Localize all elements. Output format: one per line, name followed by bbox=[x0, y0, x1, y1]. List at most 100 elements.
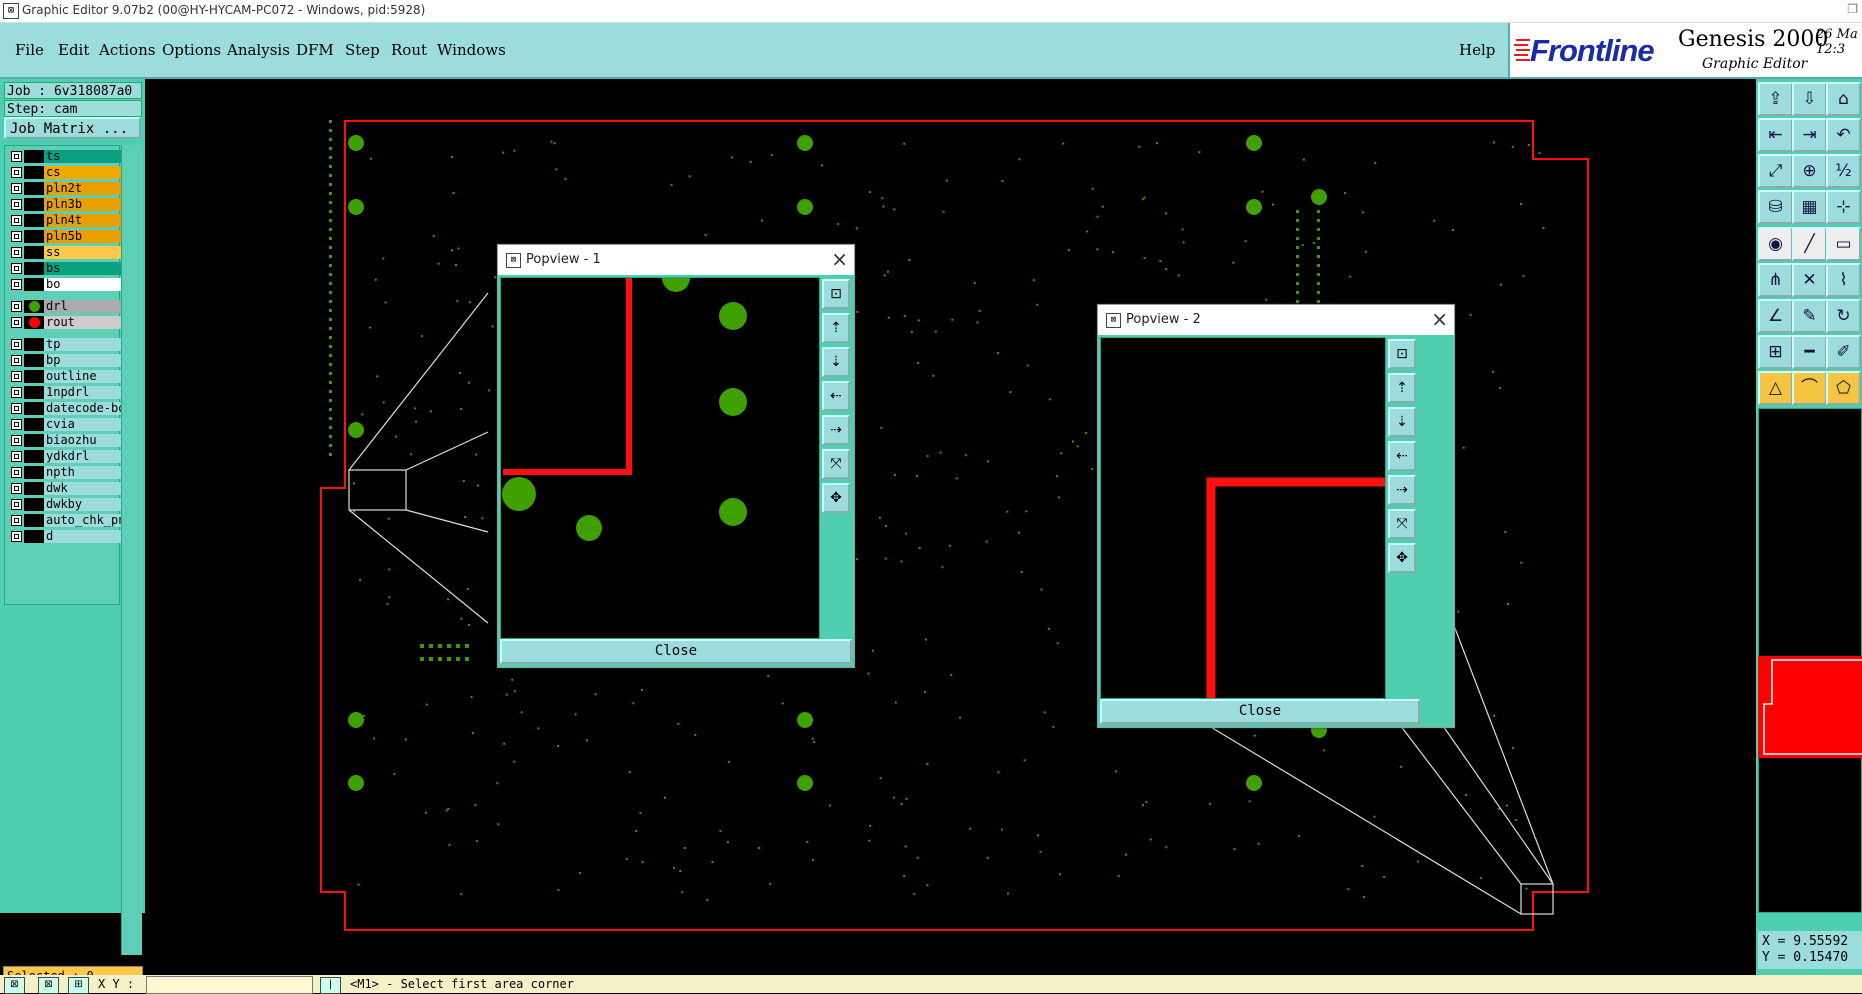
edit-icon[interactable]: ✐ bbox=[1826, 335, 1861, 369]
menu-dfm[interactable]: DFM bbox=[296, 41, 334, 59]
pan-down-icon[interactable]: ⇣ bbox=[1388, 407, 1416, 437]
close-icon[interactable]: × bbox=[1431, 307, 1448, 331]
layer-checkbox[interactable] bbox=[11, 231, 22, 242]
layer-checkbox[interactable] bbox=[11, 435, 22, 446]
save-icon[interactable]: ⇩ bbox=[1792, 82, 1827, 116]
zoom-in-icon[interactable]: ⤧ bbox=[1388, 509, 1416, 539]
popview-2-view[interactable] bbox=[1100, 337, 1386, 699]
layer-scrollbar[interactable] bbox=[121, 145, 142, 955]
zoom-out-icon[interactable]: ✥ bbox=[822, 483, 850, 513]
open-job-icon[interactable]: ⇪ bbox=[1758, 82, 1793, 116]
menu-step[interactable]: Step bbox=[345, 41, 380, 59]
layer-row-bo[interactable]: bo bbox=[7, 278, 122, 291]
minus-icon[interactable]: ━ bbox=[1792, 335, 1827, 369]
menu-file[interactable]: File bbox=[15, 41, 44, 59]
layers-icon[interactable]: ⛁ bbox=[1758, 190, 1793, 224]
menu-analysis[interactable]: Analysis bbox=[227, 41, 290, 59]
layer-checkbox[interactable] bbox=[11, 167, 22, 178]
layer-row-cs[interactable]: cs bbox=[7, 166, 122, 179]
grid-icon[interactable]: ▦ bbox=[1792, 190, 1827, 224]
home-icon[interactable]: ⌂ bbox=[1826, 82, 1861, 116]
layer-row-1npdrl[interactable]: 1npdrl bbox=[7, 386, 122, 399]
pan-right-icon[interactable]: ⇢ bbox=[1388, 475, 1416, 505]
layer-row-pln4t[interactable]: pln4t bbox=[7, 214, 122, 227]
add-pad-icon[interactable]: ⊞ bbox=[1758, 335, 1793, 369]
undo-icon[interactable]: ↶ bbox=[1826, 118, 1861, 152]
layer-checkbox[interactable] bbox=[11, 419, 22, 430]
ratio-icon[interactable]: ½ bbox=[1826, 154, 1861, 188]
pan-left-icon[interactable]: ⇠ bbox=[1388, 441, 1416, 471]
layer-row-pln2t[interactable]: pln2t bbox=[7, 182, 122, 195]
mode-button-3[interactable]: ⊞ bbox=[68, 977, 89, 994]
popview-1-close-button[interactable]: Close bbox=[500, 639, 852, 664]
layer-checkbox[interactable] bbox=[11, 151, 22, 162]
polygon-icon[interactable]: ⬠ bbox=[1826, 371, 1861, 405]
menu-windows[interactable]: Windows bbox=[437, 41, 506, 59]
pad-icon[interactable]: ◉ bbox=[1758, 227, 1793, 261]
route-icon[interactable]: ⌇ bbox=[1826, 263, 1861, 297]
net-icon[interactable]: ⋔ bbox=[1758, 263, 1793, 297]
pcb-canvas[interactable] bbox=[153, 80, 1751, 973]
zoom-fit-icon[interactable]: ⤢ bbox=[1758, 154, 1793, 188]
pan-left-icon[interactable]: ⇠ bbox=[822, 381, 850, 411]
layer-checkbox[interactable] bbox=[11, 199, 22, 210]
layer-row-pln5b[interactable]: pln5b bbox=[7, 230, 122, 243]
layer-row-bp[interactable]: bp bbox=[7, 354, 122, 367]
mode-button-4[interactable]: | bbox=[320, 977, 341, 994]
ruler-icon[interactable]: ▭ bbox=[1826, 227, 1861, 261]
restore-icon[interactable]: ❐ bbox=[1847, 2, 1858, 16]
triangle-icon[interactable]: △ bbox=[1758, 371, 1793, 405]
zoom-in-icon[interactable]: ⤧ bbox=[822, 449, 850, 479]
popview-1-view[interactable] bbox=[500, 277, 820, 639]
cross-icon[interactable]: ✕ bbox=[1792, 263, 1827, 297]
mode-button-2[interactable]: ⊠ bbox=[38, 977, 59, 994]
line-icon[interactable]: ╱ bbox=[1792, 227, 1827, 261]
layer-checkbox[interactable] bbox=[11, 371, 22, 382]
layer-row-npth[interactable]: npth bbox=[7, 466, 122, 479]
layer-row-biaozhu[interactable]: biaozhu bbox=[7, 434, 122, 447]
menu-actions[interactable]: Actions bbox=[99, 41, 155, 59]
layer-row-ydkdrl[interactable]: ydkdrl bbox=[7, 450, 122, 463]
layer-row-ts[interactable]: ts bbox=[7, 150, 122, 163]
layer-row-dwk[interactable]: dwk bbox=[7, 482, 122, 495]
layer-row-pln3b[interactable]: pln3b bbox=[7, 198, 122, 211]
layer-checkbox[interactable] bbox=[11, 403, 22, 414]
layer-row-rout[interactable]: rout bbox=[7, 316, 122, 329]
zoom-home-icon[interactable]: ⊡ bbox=[1388, 339, 1416, 369]
layer-checkbox[interactable] bbox=[11, 531, 22, 542]
rotate-icon[interactable]: ↻ bbox=[1826, 299, 1861, 333]
job-matrix-button[interactable]: Job Matrix ... bbox=[4, 117, 141, 139]
layer-checkbox[interactable] bbox=[11, 467, 22, 478]
mode-button-1[interactable]: ⊠ bbox=[4, 977, 25, 994]
menu-rout[interactable]: Rout bbox=[391, 41, 427, 59]
layer-checkbox[interactable] bbox=[11, 317, 22, 328]
angle-icon[interactable]: ∠ bbox=[1758, 299, 1793, 333]
zoom-area-icon[interactable]: ⊕ bbox=[1792, 154, 1827, 188]
layer-row-d[interactable]: d bbox=[7, 530, 122, 543]
menu-options[interactable]: Options bbox=[162, 41, 221, 59]
layer-checkbox[interactable] bbox=[11, 183, 22, 194]
layer-checkbox[interactable] bbox=[11, 247, 22, 258]
layer-checkbox[interactable] bbox=[11, 339, 22, 350]
layer-row-dwkby[interactable]: dwkby bbox=[7, 498, 122, 511]
layer-row-datecode-bo[interactable]: datecode-bo bbox=[7, 402, 122, 415]
snap-icon[interactable]: ⊹ bbox=[1826, 190, 1861, 224]
layer-row-cvia[interactable]: cvia bbox=[7, 418, 122, 431]
pan-right-icon[interactable]: ⇢ bbox=[822, 415, 850, 445]
close-icon[interactable]: × bbox=[831, 247, 848, 271]
layer-checkbox[interactable] bbox=[11, 263, 22, 274]
pan-up-icon[interactable]: ⇡ bbox=[822, 313, 850, 343]
layer-checkbox[interactable] bbox=[11, 215, 22, 226]
layer-row-ss[interactable]: ss bbox=[7, 246, 122, 259]
arc-icon[interactable]: ⌒ bbox=[1792, 371, 1827, 405]
layer-row-tp[interactable]: tp bbox=[7, 338, 122, 351]
layer-checkbox[interactable] bbox=[11, 355, 22, 366]
pan-down-icon[interactable]: ⇣ bbox=[822, 347, 850, 377]
layer-row-drl[interactable]: drl bbox=[7, 300, 122, 313]
menu-edit[interactable]: Edit bbox=[58, 41, 89, 59]
layer-row-auto_chk_pni[interactable]: auto_chk_pni bbox=[7, 514, 122, 527]
zoom-out-icon[interactable]: ✥ bbox=[1388, 543, 1416, 573]
layer-checkbox[interactable] bbox=[11, 515, 22, 526]
step-right-icon[interactable]: ⇥ bbox=[1792, 118, 1827, 152]
layer-checkbox[interactable] bbox=[11, 279, 22, 290]
